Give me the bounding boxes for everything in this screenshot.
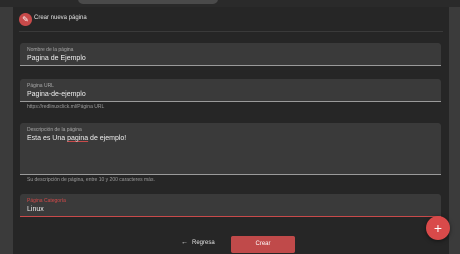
- page-description-value[interactable]: Esta es Una pagina de ejemplo!: [27, 135, 126, 142]
- page-category-value[interactable]: Linux: [27, 206, 44, 213]
- header-divider: [19, 31, 443, 32]
- page-name-field[interactable]: Nombre de la página Pagina de Ejemplo: [20, 43, 441, 66]
- browser-top-bar: [0, 0, 460, 7]
- page-description-field[interactable]: Descripción de la página Esta es Una pag…: [20, 123, 441, 175]
- page-url-label: Página URL: [27, 83, 54, 89]
- page-description-hint: Su descripción de página, entre 10 y 200…: [27, 177, 155, 183]
- page-category-field[interactable]: Página Categoría Linux: [20, 194, 441, 217]
- page-category-label: Página Categoría: [27, 198, 66, 204]
- arrow-left-icon: ←: [181, 239, 188, 246]
- page-name-label: Nombre de la página: [27, 47, 74, 53]
- add-fab-button[interactable]: +: [426, 216, 450, 240]
- page-url-field[interactable]: Página URL Pagina-de-ejemplo: [20, 79, 441, 102]
- page-description-label: Descripción de la página: [27, 127, 82, 133]
- plus-icon: +: [433, 220, 443, 236]
- create-page-dialog: ✎ Crear nueva página Nombre de la página…: [13, 7, 449, 254]
- description-suffix: de ejemplo!: [88, 135, 127, 142]
- logo-icon: ✎: [19, 13, 32, 26]
- page-url-hint: https://redlinuxclick.ml/Página URL: [27, 104, 105, 110]
- description-misspelled-word: pagina: [67, 135, 89, 142]
- dialog-header: ✎ Crear nueva página: [13, 7, 449, 33]
- description-prefix: Esta es Una: [27, 135, 68, 142]
- address-bar[interactable]: [78, 0, 218, 4]
- back-button[interactable]: ← Regresa: [181, 239, 215, 246]
- page-name-value[interactable]: Pagina de Ejemplo: [27, 55, 86, 62]
- back-button-label: Regresa: [192, 239, 215, 246]
- dialog-title: Crear nueva página: [34, 15, 87, 21]
- create-button[interactable]: Crear: [231, 236, 295, 253]
- page-url-value[interactable]: Pagina-de-ejemplo: [27, 91, 86, 98]
